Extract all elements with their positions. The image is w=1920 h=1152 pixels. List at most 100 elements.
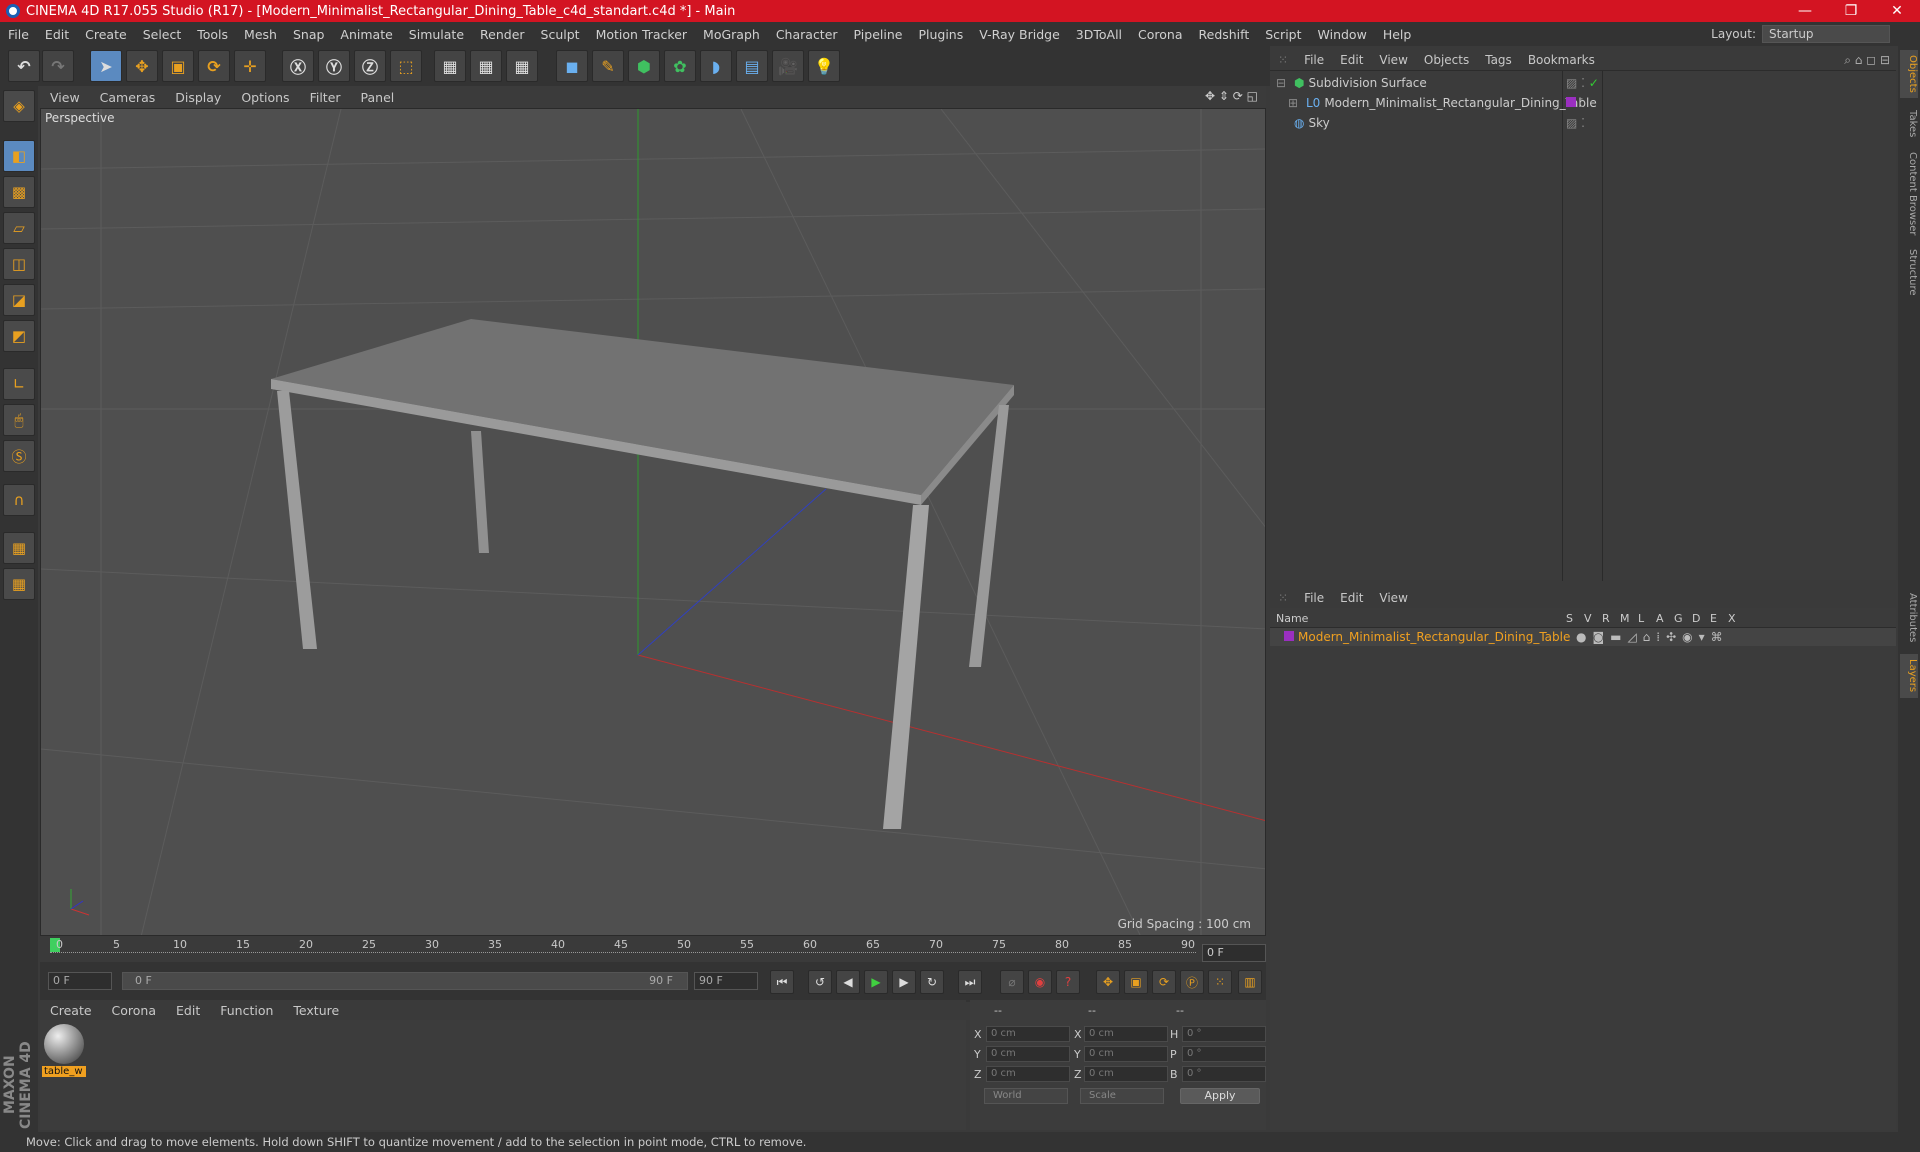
pen-spline-icon[interactable]: ✎ (592, 50, 624, 82)
viewport-menu-panel[interactable]: Panel (351, 90, 405, 105)
menu-window[interactable]: Window (1310, 27, 1375, 42)
menu-simulate[interactable]: Simulate (401, 27, 472, 42)
layout-dropdown[interactable]: Startup (1762, 25, 1890, 43)
go-to-end-icon[interactable]: ⏭ (958, 970, 982, 994)
y-axis-lock-icon[interactable]: Ⓨ (318, 50, 350, 82)
menu-help[interactable]: Help (1375, 27, 1420, 42)
obj-menu-edit[interactable]: Edit (1332, 53, 1371, 67)
tab-takes[interactable]: Takes (1900, 104, 1918, 144)
object-row[interactable]: ◍ Sky ▨ ⁚ (1270, 113, 1896, 133)
viewport-menu-filter[interactable]: Filter (300, 90, 351, 105)
menu-plugins[interactable]: Plugins (910, 27, 971, 42)
go-to-start-icon[interactable]: ⏮ (770, 970, 794, 994)
light-icon[interactable]: 💡 (808, 50, 840, 82)
tab-objects[interactable]: Objects (1900, 50, 1918, 98)
deformer-icon[interactable]: ◗ (700, 50, 732, 82)
material-menu-corona[interactable]: Corona (102, 1003, 166, 1018)
viewport-menu-view[interactable]: View (40, 90, 90, 105)
menu-redshift[interactable]: Redshift (1191, 27, 1258, 42)
menu-file[interactable]: File (0, 27, 37, 42)
rotate-tool-icon[interactable]: ⟳ (198, 50, 230, 82)
subdivision-surface-icon[interactable]: ⬢ (628, 50, 660, 82)
minimize-button[interactable]: — (1782, 0, 1828, 22)
menu-select[interactable]: Select (135, 27, 190, 42)
timeline-window-icon[interactable]: ▥ (1238, 970, 1262, 994)
frame-range-slider[interactable]: 0 F 90 F (122, 972, 688, 990)
tab-attributes[interactable]: Attributes (1900, 586, 1918, 650)
position-z-field[interactable]: 0 cm (986, 1066, 1070, 1082)
z-axis-lock-icon[interactable]: Ⓩ (354, 50, 386, 82)
position-y-field[interactable]: 0 cm (986, 1046, 1070, 1062)
coordinate-system-icon[interactable]: ⬚ (390, 50, 422, 82)
menu-create[interactable]: Create (77, 27, 135, 42)
material-menu-edit[interactable]: Edit (166, 1003, 210, 1018)
layer-menu-view[interactable]: View (1371, 591, 1415, 605)
move-tool-icon[interactable]: ✥ (126, 50, 158, 82)
menu-character[interactable]: Character (768, 27, 846, 42)
key-rotation-icon[interactable]: ⟳ (1152, 970, 1176, 994)
obj-search-home-icons[interactable]: ⌕ ⌂ ◻ ⊟ (1844, 53, 1890, 68)
object-row[interactable]: ⊟ ⬢ Subdivision Surface ▨ ⁚ ✓ (1270, 73, 1896, 93)
obj-menu-bookmarks[interactable]: Bookmarks (1520, 53, 1603, 67)
previous-frame-icon[interactable]: ◀ (836, 970, 860, 994)
obj-menu-file[interactable]: File (1296, 53, 1332, 67)
polygons-mode-icon[interactable]: ◩ (3, 320, 35, 352)
viewport-nav-icons[interactable]: ✥ ⇕ ⟳ ◱ (1205, 89, 1258, 103)
axis-mode-icon[interactable]: ∟ (3, 368, 35, 400)
points-mode-icon[interactable]: ◫ (3, 248, 35, 280)
visibility-dots-icon[interactable]: ▨ ⁚ ✓ (1566, 76, 1599, 90)
next-key-icon[interactable]: ↻ (920, 970, 944, 994)
tab-layers[interactable]: Layers (1900, 654, 1918, 698)
menu-vray-bridge[interactable]: V-Ray Bridge (971, 27, 1068, 42)
coordinate-mode-dropdown[interactable]: World (984, 1088, 1068, 1104)
texture-mode-icon[interactable]: ▩ (3, 176, 35, 208)
menu-3dtoall[interactable]: 3DToAll (1068, 27, 1130, 42)
layer-toggle-icons[interactable]: ●◙▬◿⌂⁞✣◉▾⌘ (1576, 630, 1729, 644)
drag-handle-icon[interactable]: ⁙ (1270, 591, 1296, 605)
dining-table-model[interactable] (271, 319, 1014, 829)
render-settings-icon[interactable]: ▦ (506, 50, 538, 82)
x-axis-lock-icon[interactable]: Ⓧ (282, 50, 314, 82)
menu-motion-tracker[interactable]: Motion Tracker (588, 27, 695, 42)
material-swatch[interactable]: table_w (42, 1024, 86, 1080)
menu-corona[interactable]: Corona (1130, 27, 1190, 42)
3d-viewport[interactable]: Perspective Grid Spacing : 100 cm (40, 108, 1266, 936)
scale-mode-dropdown[interactable]: Scale (1080, 1088, 1164, 1104)
obj-menu-view[interactable]: View (1371, 53, 1415, 67)
layer-color-icon[interactable] (1284, 630, 1294, 644)
material-menu-function[interactable]: Function (210, 1003, 283, 1018)
menu-render[interactable]: Render (472, 27, 533, 42)
viewport-menu-display[interactable]: Display (165, 90, 231, 105)
solo-mode-icon[interactable]: Ⓢ (3, 440, 35, 472)
render-view-icon[interactable]: ▦ (434, 50, 466, 82)
keyframe-selection-icon[interactable]: ? (1056, 970, 1080, 994)
viewport-menu-cameras[interactable]: Cameras (90, 90, 166, 105)
apply-button[interactable]: Apply (1180, 1088, 1260, 1104)
workplane-mode-icon[interactable]: ▱ (3, 212, 35, 244)
menu-sculpt[interactable]: Sculpt (533, 27, 588, 42)
menu-edit[interactable]: Edit (37, 27, 77, 42)
key-position-icon[interactable]: ✥ (1096, 970, 1120, 994)
edges-mode-icon[interactable]: ◪ (3, 284, 35, 316)
render-picture-viewer-icon[interactable]: ▦ (470, 50, 502, 82)
workplane-lock-icon[interactable]: ▦ (3, 532, 35, 564)
layer-menu-file[interactable]: File (1296, 591, 1332, 605)
size-x-field[interactable]: 0 cm (1084, 1026, 1168, 1042)
size-z-field[interactable]: 0 cm (1084, 1066, 1168, 1082)
viewport-menu-options[interactable]: Options (231, 90, 299, 105)
model-mode-icon[interactable]: ◧ (3, 140, 35, 172)
floor-icon[interactable]: ▤ (736, 50, 768, 82)
scale-tool-icon[interactable]: ▣ (162, 50, 194, 82)
next-frame-icon[interactable]: ▶ (892, 970, 916, 994)
camera-icon[interactable]: 🎥 (772, 50, 804, 82)
make-editable-icon[interactable]: ◈ (3, 90, 35, 122)
layer-row[interactable]: Modern_Minimalist_Rectangular_Dining_Tab… (1270, 628, 1896, 646)
undo-icon[interactable]: ↶ (8, 50, 40, 82)
key-pla-icon[interactable]: ⁙ (1208, 970, 1232, 994)
material-menu-create[interactable]: Create (40, 1003, 102, 1018)
cloner-icon[interactable]: ✿ (664, 50, 696, 82)
drag-handle-icon[interactable]: ⁙ (1270, 53, 1296, 67)
menu-animate[interactable]: Animate (332, 27, 400, 42)
menu-mesh[interactable]: Mesh (236, 27, 285, 42)
close-button[interactable]: ✕ (1874, 0, 1920, 22)
